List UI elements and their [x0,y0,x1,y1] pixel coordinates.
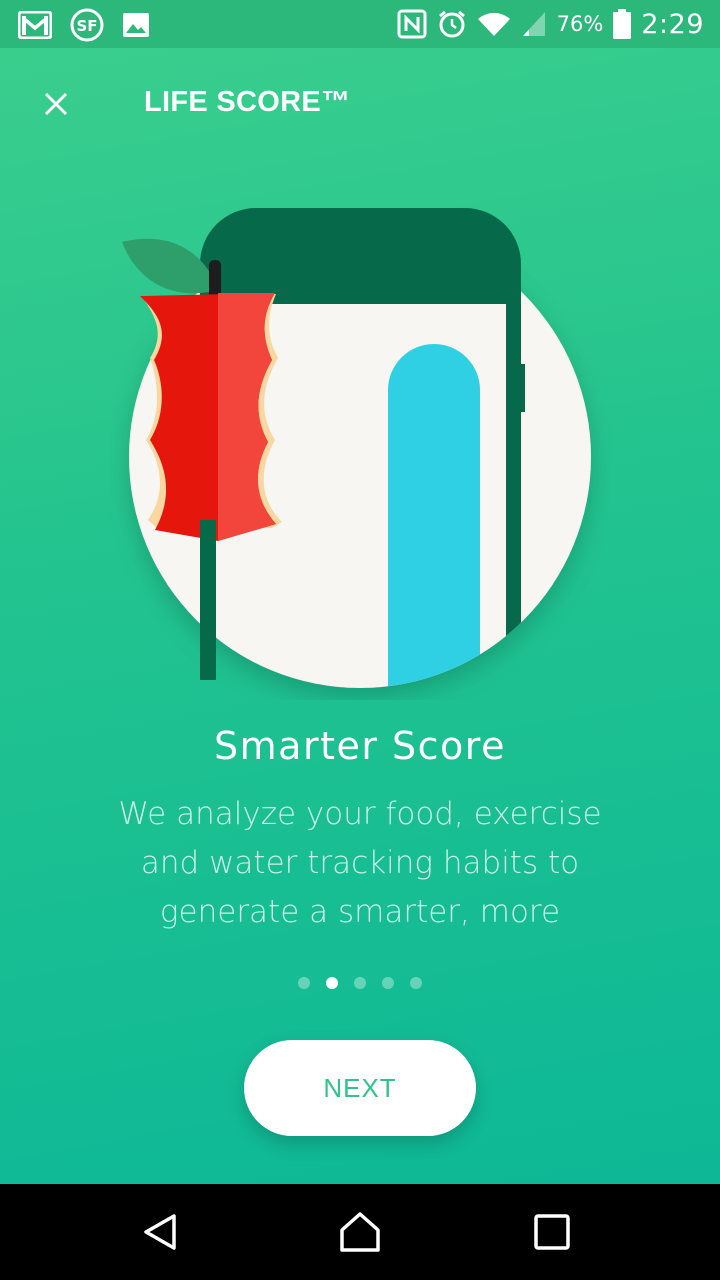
nfc-icon [397,9,427,39]
home-button[interactable] [332,1204,388,1260]
onboarding-screen: SF 76% 2:29 LIFE SCORE™ Smarter Score We… [0,0,720,1184]
headline: Smarter Score [214,724,506,768]
page-dot-3[interactable] [354,977,366,989]
signal-icon [521,10,547,38]
page-dot-2[interactable] [326,977,338,989]
status-bar: SF 76% 2:29 [0,0,720,48]
recents-button[interactable] [524,1204,580,1260]
svg-text:SF: SF [76,17,97,35]
home-icon [340,1212,380,1252]
next-button[interactable]: NEXT [244,1040,476,1136]
description: We analyze your food, exercise and water… [118,796,602,930]
page-dot-1[interactable] [298,977,310,989]
sf-app-icon: SF [70,8,104,42]
close-button[interactable] [36,84,76,124]
status-time: 2:29 [641,8,704,40]
recents-icon [534,1214,570,1250]
smarter-score-illustration [110,200,610,700]
water-bar [388,344,480,688]
page-dot-4[interactable] [382,977,394,989]
back-button[interactable] [132,1204,188,1260]
wifi-icon [477,10,511,38]
battery-percent: 76% [556,12,604,36]
back-icon [144,1214,176,1250]
battery-icon [613,9,632,39]
page-title: LIFE SCORE™ [144,86,351,118]
page-dot-5[interactable] [410,977,422,989]
close-icon [44,92,68,116]
navigation-bar [0,1184,720,1280]
alarm-icon [437,9,467,39]
page-indicator [0,977,720,989]
image-icon [122,12,150,38]
gmail-icon [18,11,52,39]
